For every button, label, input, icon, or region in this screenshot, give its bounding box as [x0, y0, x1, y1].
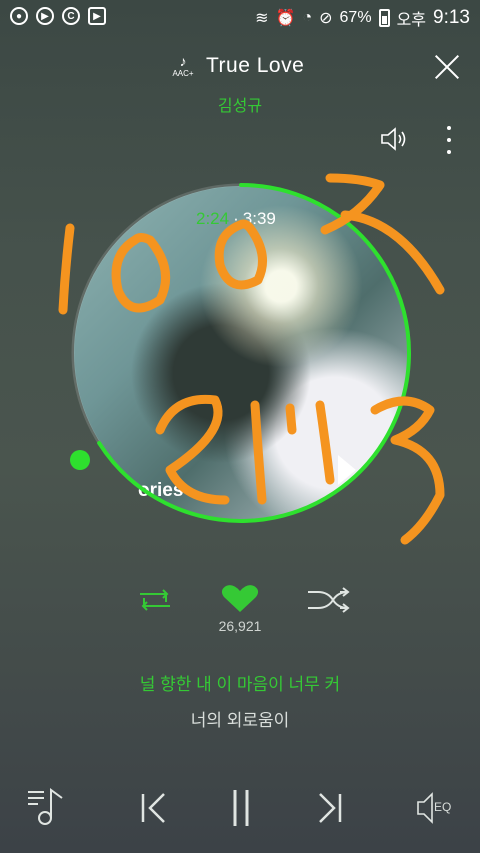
pause-icon[interactable] [233, 790, 249, 826]
like-count: 26,921 [218, 618, 262, 634]
repeat-icon[interactable] [140, 589, 170, 611]
eq-speaker-icon[interactable] [417, 792, 433, 824]
handwritten-digit [58, 223, 75, 315]
handwritten-digit [320, 173, 445, 295]
handwritten-digit [370, 396, 445, 545]
lyric-current-line[interactable]: 널 향한 내 이 마음이 너무 커 [0, 670, 480, 695]
handwritten-digit [315, 400, 335, 485]
next-icon[interactable] [319, 793, 342, 823]
handwritten-digit [285, 403, 297, 435]
handwritten-digit [155, 394, 230, 505]
heart-icon[interactable] [221, 585, 259, 612]
handwritten-digit [214, 219, 267, 290]
playlist-icon[interactable] [28, 788, 63, 825]
lyric-next-line[interactable]: 너의 외로움이 [0, 706, 480, 731]
handwritten-digit [250, 400, 267, 505]
eq-label[interactable]: EQ [434, 800, 451, 814]
playback-bar [28, 788, 433, 826]
previous-icon[interactable] [141, 793, 165, 823]
shuffle-icon[interactable] [308, 587, 350, 613]
handwritten-digit [111, 233, 171, 313]
